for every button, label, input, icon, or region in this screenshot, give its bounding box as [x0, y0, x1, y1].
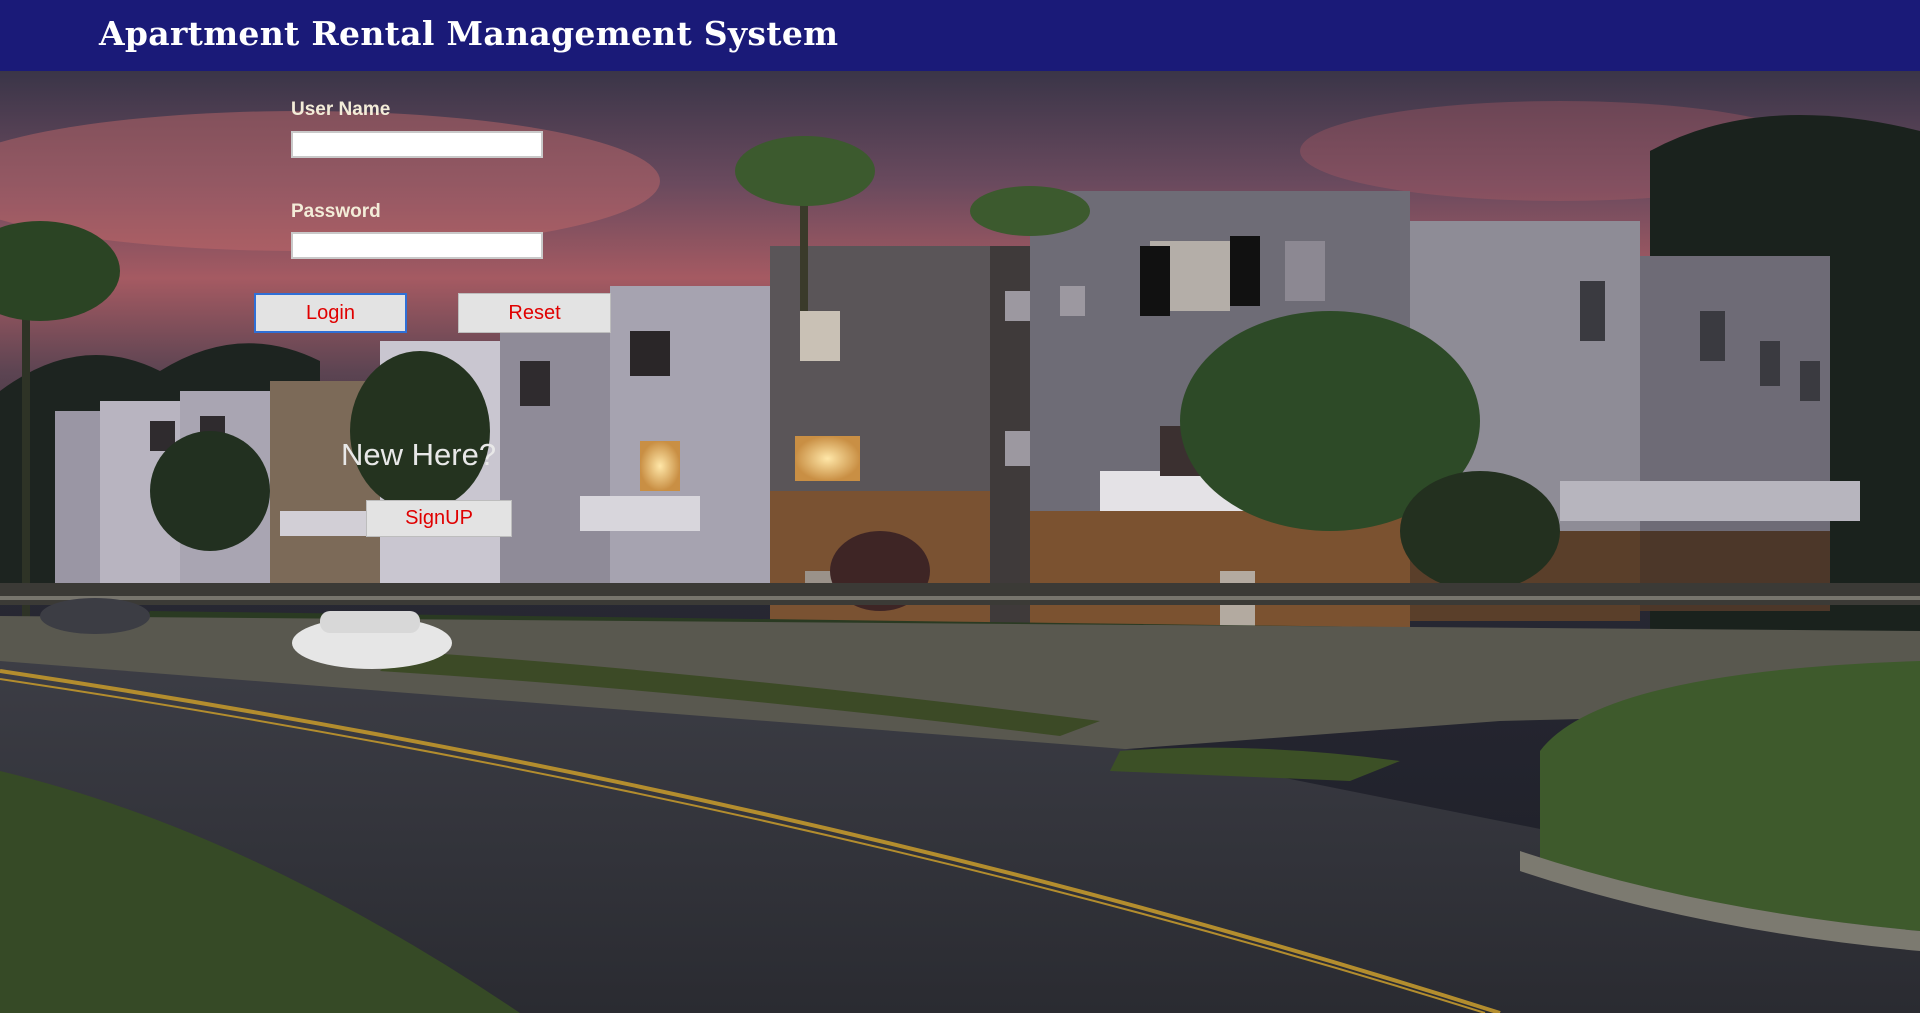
password-label: Password — [291, 201, 381, 222]
app-title: Apartment Rental Management System — [99, 14, 839, 53]
login-page: Apartment Rental Management System User … — [0, 0, 1920, 1013]
new-here-prompt: New Here? — [341, 437, 497, 472]
signup-button[interactable]: SignUP — [366, 500, 512, 537]
username-input[interactable] — [291, 131, 543, 158]
login-button[interactable]: Login — [254, 293, 407, 333]
username-label: User Name — [291, 99, 391, 120]
reset-button[interactable]: Reset — [458, 293, 611, 333]
app-header: Apartment Rental Management System — [0, 0, 1920, 71]
password-input[interactable] — [291, 232, 543, 259]
background-photo — [0, 71, 1920, 1013]
